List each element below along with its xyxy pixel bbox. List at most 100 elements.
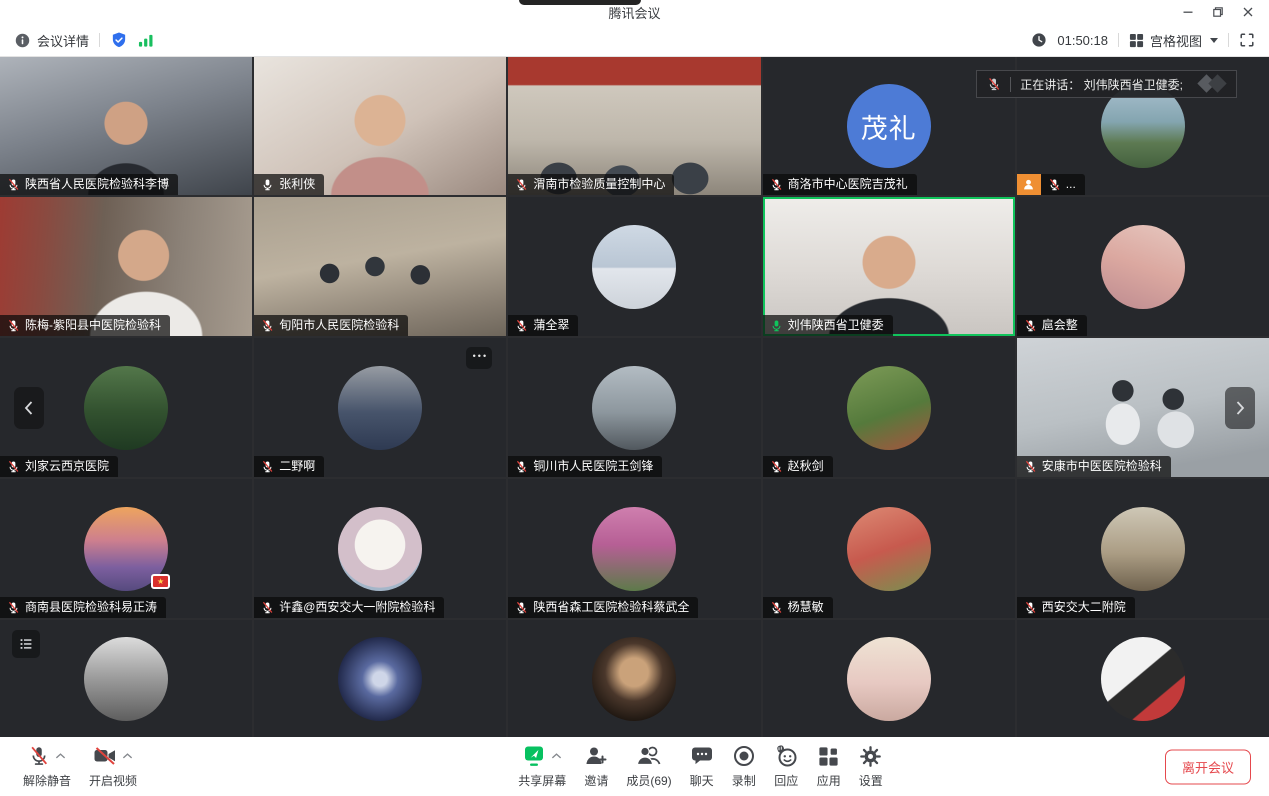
- participant-tag: 商洛市中心医院吉茂礼: [763, 174, 917, 195]
- avatar: [84, 366, 168, 450]
- fullscreen-button[interactable]: [1239, 32, 1255, 48]
- restore-button[interactable]: [1203, 0, 1233, 24]
- members-button[interactable]: 成员(69): [617, 744, 680, 789]
- avatar: [338, 637, 422, 721]
- mic-muted-icon: [1024, 319, 1037, 332]
- invite-label: 邀请: [584, 772, 608, 789]
- participant-name: 蒲全翠: [533, 319, 569, 332]
- settings-button[interactable]: 设置: [850, 744, 892, 789]
- meeting-logo-icon: [1192, 73, 1230, 95]
- video-tile[interactable]: [254, 620, 506, 737]
- record-label: 录制: [732, 772, 756, 789]
- reaction-icon: [774, 744, 799, 768]
- prev-page-arrow-button[interactable]: [14, 387, 44, 429]
- participant-tag: 杨慧敏: [763, 597, 833, 618]
- participant-name: 陕西省人民医院检验科李博: [25, 178, 169, 191]
- participant-tag: 扈会整: [1017, 315, 1087, 336]
- ellipsis-icon: •••: [473, 351, 488, 361]
- leave-meeting-button[interactable]: 离开会议: [1165, 749, 1251, 784]
- video-tile[interactable]: 陈梅-紫阳县中医院检验科: [0, 197, 252, 336]
- video-tile[interactable]: 张利侠: [254, 57, 506, 195]
- tile-more-button[interactable]: •••: [466, 347, 492, 369]
- flag-badge-icon: ★: [151, 574, 170, 589]
- invite-icon: [584, 744, 608, 768]
- video-tile[interactable]: 杨慧敏: [763, 479, 1015, 618]
- share-screen-button[interactable]: 共享屏幕: [509, 744, 575, 789]
- video-stage: 陕西省人民医院检验科李博 张利侠 渭南市检验质量控制中心茂礼 商洛市中心医院吉茂…: [0, 57, 1269, 737]
- video-tile[interactable]: 渭南市检验质量控制中心: [508, 57, 760, 195]
- meeting-details-button[interactable]: 会议详情: [14, 31, 89, 50]
- mic-muted-icon: [515, 319, 528, 332]
- minimize-icon: [1182, 6, 1194, 18]
- mic-muted-icon: [261, 319, 274, 332]
- topbar-right: 01:50:18 宫格视图: [1031, 31, 1255, 50]
- avatar: [1101, 637, 1185, 721]
- apps-icon: [817, 745, 840, 768]
- video-tile[interactable]: [763, 620, 1015, 737]
- video-tile[interactable]: 陕西省森工医院检验科蔡武全: [508, 479, 760, 618]
- participant-name: 商洛市中心医院吉茂礼: [788, 178, 908, 191]
- participant-tag: 渭南市检验质量控制中心: [508, 174, 674, 195]
- security-shield-button[interactable]: [110, 31, 128, 49]
- mic-icon: [261, 178, 274, 191]
- participant-list-button[interactable]: [12, 630, 40, 658]
- close-button[interactable]: [1233, 0, 1263, 24]
- video-tile[interactable]: 赵秋剑: [763, 338, 1015, 477]
- app-window: 腾讯会议 会议详情: [0, 0, 1269, 796]
- video-tile[interactable]: 刘伟陕西省卫健委: [763, 197, 1015, 336]
- participant-tag: 铜川市人民医院王剑锋: [508, 456, 662, 477]
- shield-check-icon: [110, 31, 128, 49]
- network-signal-button[interactable]: [138, 33, 154, 48]
- avatar: [592, 366, 676, 450]
- unmute-button[interactable]: 解除静音: [14, 744, 80, 789]
- view-mode-label: 宫格视图: [1150, 31, 1202, 50]
- video-tile[interactable]: 二野啊•••: [254, 338, 506, 477]
- invite-button[interactable]: 邀请: [575, 744, 617, 789]
- video-tile[interactable]: 刘家云西京医院: [0, 338, 252, 477]
- record-button[interactable]: 录制: [723, 744, 765, 789]
- participant-tag: 安康市中医医院检验科: [1017, 456, 1171, 477]
- avatar: [338, 366, 422, 450]
- video-tile[interactable]: [508, 620, 760, 737]
- video-tile[interactable]: 蒲全翠: [508, 197, 760, 336]
- video-tile[interactable]: 安康市中医医院检验科: [1017, 338, 1269, 477]
- video-tile[interactable]: 旬阳市人民医院检验科: [254, 197, 506, 336]
- mic-muted-icon: [770, 460, 783, 473]
- avatar: [1101, 225, 1185, 309]
- video-tile[interactable]: 西安交大二附院: [1017, 479, 1269, 618]
- video-tile[interactable]: 扈会整: [1017, 197, 1269, 336]
- video-tile[interactable]: [0, 620, 252, 737]
- avatar: [592, 507, 676, 591]
- video-tile[interactable]: [1017, 620, 1269, 737]
- avatar: [84, 637, 168, 721]
- participant-name: 刘伟陕西省卫健委: [788, 319, 884, 332]
- view-mode-button[interactable]: 宫格视图: [1129, 31, 1218, 50]
- next-page-arrow-button[interactable]: [1225, 387, 1255, 429]
- host-badge-icon: [1017, 174, 1041, 195]
- signal-bars-icon: [138, 33, 154, 48]
- unmute-label: 解除静音: [23, 772, 71, 789]
- participant-name: 陕西省森工医院检验科蔡武全: [533, 601, 689, 614]
- participant-tag: 赵秋剑: [763, 456, 833, 477]
- topbar-left: 会议详情: [14, 31, 154, 50]
- apps-button[interactable]: 应用: [808, 744, 850, 789]
- chat-icon: [690, 744, 714, 768]
- video-tile[interactable]: ★ 商南县医院检验科易正涛: [0, 479, 252, 618]
- avatar: [592, 225, 676, 309]
- avatar: [338, 507, 422, 591]
- mic-muted-icon: [7, 319, 20, 332]
- avatar: [592, 637, 676, 721]
- meeting-top-toolbar: 会议详情 01:50:18 宫格视图: [0, 24, 1269, 57]
- mic-muted-icon: [7, 601, 20, 614]
- video-tile[interactable]: 陕西省人民医院检验科李博: [0, 57, 252, 195]
- apps-label: 应用: [817, 772, 841, 789]
- close-icon: [1242, 6, 1254, 18]
- minimize-button[interactable]: [1173, 0, 1203, 24]
- participant-name: 扈会整: [1042, 319, 1078, 332]
- video-tile[interactable]: 铜川市人民医院王剑锋: [508, 338, 760, 477]
- speaking-name: 刘伟陕西省卫健委;: [1084, 78, 1183, 92]
- start-video-button[interactable]: 开启视频: [80, 744, 146, 789]
- chat-button[interactable]: 聊天: [681, 744, 723, 789]
- video-tile[interactable]: 许鑫@西安交大一附院检验科: [254, 479, 506, 618]
- reaction-button[interactable]: 回应: [765, 744, 808, 789]
